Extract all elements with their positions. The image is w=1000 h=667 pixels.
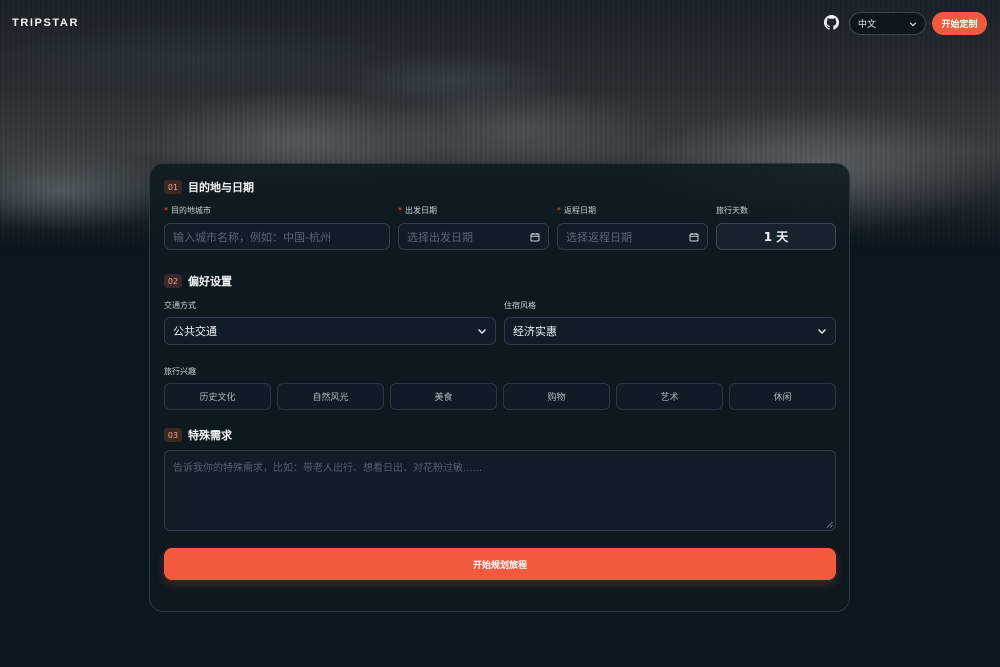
special-requests-textarea[interactable]: 告诉我你的特殊需求，比如：带老人出行、想看日出、对花粉过敏...... <box>164 450 836 531</box>
required-mark: * <box>557 206 561 215</box>
section-number-badge: 03 <box>164 428 182 442</box>
return-date-input[interactable]: 选择返程日期 <box>557 223 708 250</box>
depart-date-placeholder: 选择出发日期 <box>407 230 473 244</box>
calendar-icon[interactable] <box>689 232 699 242</box>
interest-chip-shopping[interactable]: 购物 <box>503 383 610 410</box>
interest-chip-nature[interactable]: 自然风光 <box>277 383 384 410</box>
travel-days-value: 1 天 <box>716 223 836 250</box>
transport-value: 公共交通 <box>173 325 217 338</box>
city-input[interactable]: 输入城市名称，例如：中国-杭州 <box>164 223 390 250</box>
chevron-down-icon <box>818 329 826 334</box>
travel-days-label: 旅行天数 <box>716 206 748 215</box>
section-number-badge: 02 <box>164 274 182 288</box>
depart-date-label: * 出发日期 <box>398 206 437 215</box>
interest-chip-leisure[interactable]: 休闲 <box>729 383 836 410</box>
lodging-value: 经济实惠 <box>513 325 557 338</box>
language-value: 中文 <box>858 20 877 30</box>
section-number-badge: 01 <box>164 180 182 194</box>
interest-chip-history[interactable]: 历史文化 <box>164 383 271 410</box>
section-destination-header: 01 目的地与日期 <box>164 179 254 195</box>
city-label: * 目的地城市 <box>164 206 211 215</box>
interests-label: 旅行兴趣 <box>164 367 196 376</box>
section-preferences-header: 02 偏好设置 <box>164 273 232 289</box>
city-placeholder: 输入城市名称，例如：中国-杭州 <box>173 230 331 244</box>
github-icon[interactable] <box>824 15 839 30</box>
interest-chip-food[interactable]: 美食 <box>390 383 497 410</box>
depart-date-input[interactable]: 选择出发日期 <box>398 223 549 250</box>
section-special-header: 03 特殊需求 <box>164 427 232 443</box>
required-mark: * <box>398 206 402 215</box>
return-date-label: * 返程日期 <box>557 206 596 215</box>
section-title: 特殊需求 <box>188 429 232 442</box>
section-title: 目的地与日期 <box>188 181 254 194</box>
chevron-down-icon <box>909 21 917 26</box>
special-requests-placeholder: 告诉我你的特殊需求，比如：带老人出行、想看日出、对花粉过敏...... <box>173 463 483 474</box>
lodging-label: 住宿风格 <box>504 301 536 310</box>
lodging-select[interactable]: 经济实惠 <box>504 317 836 345</box>
trip-form-card: 01 目的地与日期 * 目的地城市 输入城市名称，例如：中国-杭州 * 出发日期 选… <box>149 163 850 612</box>
section-title: 偏好设置 <box>188 275 232 288</box>
return-date-placeholder: 选择返程日期 <box>566 230 632 244</box>
interest-chip-art[interactable]: 艺术 <box>616 383 723 410</box>
brand-logo[interactable]: TRIPSTAR <box>12 17 79 29</box>
start-planning-button[interactable]: 开始规划旅程 <box>164 548 836 580</box>
start-customize-button[interactable]: 开始定制 <box>932 12 987 35</box>
chevron-down-icon <box>478 329 486 334</box>
top-bar: TRIPSTAR 中文 开始定制 <box>0 0 1000 46</box>
calendar-icon[interactable] <box>530 232 540 242</box>
resize-grip-icon[interactable] <box>826 521 833 528</box>
language-select[interactable]: 中文 <box>849 12 926 35</box>
required-mark: * <box>164 206 168 215</box>
transport-label: 交通方式 <box>164 301 196 310</box>
transport-select[interactable]: 公共交通 <box>164 317 496 345</box>
